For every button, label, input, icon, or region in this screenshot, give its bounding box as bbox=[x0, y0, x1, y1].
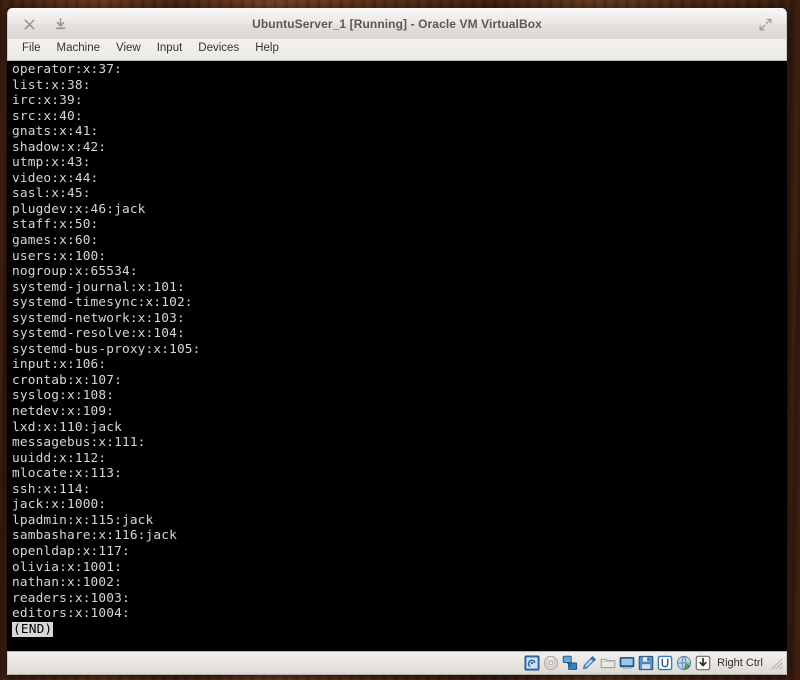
terminal-line: video:x:44: bbox=[12, 171, 787, 187]
terminal-line: readers:x:1003: bbox=[12, 591, 787, 607]
guest-additions-icon[interactable] bbox=[675, 655, 692, 672]
vm-statusbar: Right Ctrl bbox=[7, 651, 787, 675]
terminal-line: users:x:100: bbox=[12, 249, 787, 265]
terminal-line: systemd-journal:x:101: bbox=[12, 280, 787, 296]
terminal-line: jack:x:1000: bbox=[12, 497, 787, 513]
terminal-line: plugdev:x:46:jack bbox=[12, 202, 787, 218]
remote-desktop-icon[interactable] bbox=[656, 655, 673, 672]
terminal-line: messagebus:x:111: bbox=[12, 435, 787, 451]
video-capture-icon[interactable] bbox=[637, 655, 654, 672]
display-icon[interactable] bbox=[618, 655, 635, 672]
shared-folders-icon[interactable] bbox=[599, 655, 616, 672]
terminal-line: lpadmin:x:115:jack bbox=[12, 513, 787, 529]
pager-prompt: (END) bbox=[12, 622, 787, 638]
close-icon[interactable] bbox=[18, 13, 40, 35]
terminal-output: operator:x:37:list:x:38:irc:x:39:src:x:4… bbox=[12, 62, 787, 637]
terminal-line: ssh:x:114: bbox=[12, 482, 787, 498]
menu-file[interactable]: File bbox=[14, 41, 49, 58]
menu-input[interactable]: Input bbox=[149, 41, 191, 58]
optical-disk-icon[interactable] bbox=[542, 655, 559, 672]
terminal-line: openldap:x:117: bbox=[12, 544, 787, 560]
menu-devices[interactable]: Devices bbox=[190, 41, 247, 58]
usb-icon[interactable] bbox=[580, 655, 597, 672]
terminal-line: gnats:x:41: bbox=[12, 124, 787, 140]
resize-grip[interactable] bbox=[769, 656, 783, 670]
terminal-line: nathan:x:1002: bbox=[12, 575, 787, 591]
terminal-line: netdev:x:109: bbox=[12, 404, 787, 420]
terminal-line: nogroup:x:65534: bbox=[12, 264, 787, 280]
menubar: File Machine View Input Devices Help bbox=[7, 39, 787, 61]
terminal-line: systemd-resolve:x:104: bbox=[12, 326, 787, 342]
fullscreen-icon[interactable] bbox=[754, 13, 776, 35]
terminal-line: sambashare:x:116:jack bbox=[12, 528, 787, 544]
virtualbox-vm-window: UbuntuServer_1 [Running] - Oracle VM Vir… bbox=[7, 8, 787, 675]
window-titlebar[interactable]: UbuntuServer_1 [Running] - Oracle VM Vir… bbox=[7, 8, 787, 39]
menu-view[interactable]: View bbox=[108, 41, 149, 58]
terminal-line: syslog:x:108: bbox=[12, 388, 787, 404]
terminal-line: crontab:x:107: bbox=[12, 373, 787, 389]
terminal-line: operator:x:37: bbox=[12, 62, 787, 78]
terminal-line: utmp:x:43: bbox=[12, 155, 787, 171]
terminal-line: src:x:40: bbox=[12, 109, 787, 125]
network-adapter-icon[interactable] bbox=[561, 655, 578, 672]
terminal-line: input:x:106: bbox=[12, 357, 787, 373]
vm-guest-screen[interactable]: operator:x:37:list:x:38:irc:x:39:src:x:4… bbox=[7, 61, 787, 651]
terminal-line: games:x:60: bbox=[12, 233, 787, 249]
terminal-line: lxd:x:110:jack bbox=[12, 420, 787, 436]
terminal-line: irc:x:39: bbox=[12, 93, 787, 109]
hard-disk-icon[interactable] bbox=[523, 655, 540, 672]
terminal-line: sasl:x:45: bbox=[12, 186, 787, 202]
terminal-line: shadow:x:42: bbox=[12, 140, 787, 156]
terminal-line: systemd-bus-proxy:x:105: bbox=[12, 342, 787, 358]
menu-help[interactable]: Help bbox=[247, 41, 287, 58]
window-title: UbuntuServer_1 [Running] - Oracle VM Vir… bbox=[8, 17, 786, 31]
desktop-background: UbuntuServer_1 [Running] - Oracle VM Vir… bbox=[0, 0, 800, 680]
terminal-line: uuidd:x:112: bbox=[12, 451, 787, 467]
terminal-line: mlocate:x:113: bbox=[12, 466, 787, 482]
terminal-line: systemd-timesync:x:102: bbox=[12, 295, 787, 311]
terminal-line: list:x:38: bbox=[12, 78, 787, 94]
terminal-line: systemd-network:x:103: bbox=[12, 311, 787, 327]
host-key-label: Right Ctrl bbox=[717, 657, 763, 669]
terminal-line: olivia:x:1001: bbox=[12, 560, 787, 576]
minimize-icon[interactable] bbox=[49, 13, 71, 35]
terminal-line: staff:x:50: bbox=[12, 217, 787, 233]
menu-machine[interactable]: Machine bbox=[49, 41, 108, 58]
terminal-line: editors:x:1004: bbox=[12, 606, 787, 622]
mouse-capture-icon[interactable] bbox=[694, 655, 711, 672]
